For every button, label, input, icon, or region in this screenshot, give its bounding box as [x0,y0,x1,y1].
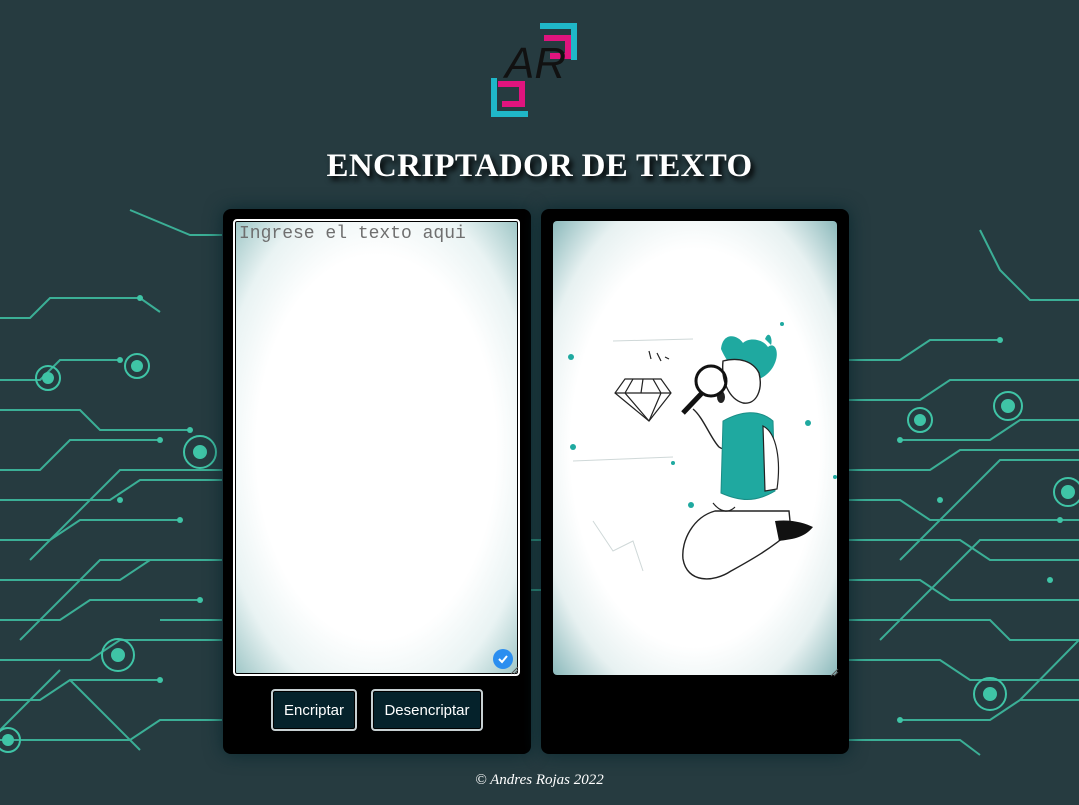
diamond-icon [614,350,672,422]
magnifier-icon [681,364,728,415]
circuit-background [0,209,1079,756]
decrypt-button[interactable]: Desencriptar [371,689,483,731]
input-panel: Encriptar Desencriptar [223,209,531,754]
encrypt-button[interactable]: Encriptar [271,689,357,731]
resize-grip-icon[interactable] [509,665,519,675]
logo-text: AR [502,39,566,88]
logo: AR [491,23,577,117]
footer-credit: © Andres Rojas 2022 [475,772,604,788]
illustration-image [568,322,837,580]
resize-grip-icon[interactable] [829,667,839,677]
output-area [553,221,837,675]
page-title: ENCRIPTADOR DE TEXTO [326,148,753,184]
text-input[interactable] [233,219,520,676]
output-panel [541,209,849,754]
